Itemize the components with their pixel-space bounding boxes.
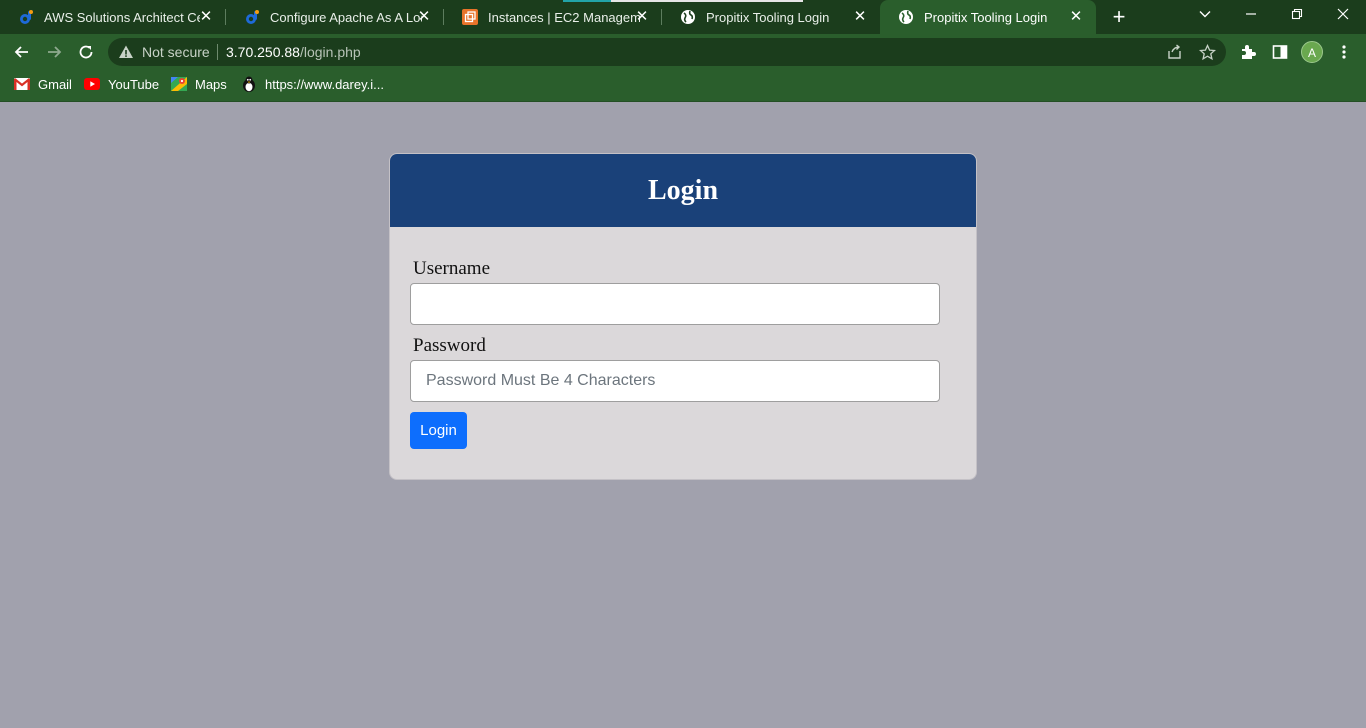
tab-strip: AWS Solutions Architect Certi ✕ Configur…: [0, 0, 1366, 34]
aws-ec2-icon: [462, 9, 478, 25]
forward-button[interactable]: [42, 40, 66, 64]
close-icon[interactable]: ✕: [416, 9, 432, 25]
tab-title: Propitix Tooling Login: [924, 9, 1048, 25]
minimize-icon: [1246, 13, 1256, 15]
tab-title: Configure Apache As A Load: [270, 9, 422, 25]
extensions-icon[interactable]: [1238, 42, 1258, 62]
darey-logo-icon: [18, 9, 34, 25]
globe-icon: [898, 9, 914, 25]
menu-kebab-icon[interactable]: [1334, 42, 1354, 62]
bookmark-maps[interactable]: Maps: [171, 70, 227, 98]
tab-configure-apache[interactable]: Configure Apache As A Load ✕: [226, 0, 444, 34]
gmail-icon: [14, 76, 30, 92]
username-label: Username: [413, 258, 491, 279]
share-icon[interactable]: [1166, 43, 1184, 61]
close-icon[interactable]: ✕: [198, 9, 214, 25]
new-tab-button[interactable]: +: [1108, 6, 1130, 28]
bookmark-label: Maps: [195, 76, 227, 92]
profile-avatar[interactable]: A: [1301, 41, 1323, 63]
penguin-icon: [241, 76, 257, 92]
close-icon[interactable]: ✕: [634, 9, 650, 25]
tab-title: Instances | EC2 Management: [488, 9, 640, 25]
tab-title: AWS Solutions Architect Certi: [44, 9, 200, 25]
bookmark-label: Gmail: [38, 76, 72, 92]
globe-icon: [680, 9, 696, 25]
close-icon: [1337, 8, 1349, 20]
username-input[interactable]: [410, 283, 940, 325]
password-input[interactable]: [410, 360, 940, 402]
reload-icon: [79, 45, 93, 59]
bookmark-darey[interactable]: https://www.darey.i...: [241, 70, 384, 98]
bookmark-gmail[interactable]: Gmail: [14, 70, 72, 98]
url-host: 3.70.250.88: [226, 44, 300, 60]
bookmark-label: YouTube: [108, 76, 160, 92]
arrow-left-icon: [14, 46, 28, 58]
tab-propitix-login[interactable]: Propitix Tooling Login ✕: [662, 0, 880, 34]
maps-icon: [171, 76, 187, 92]
bookmarks-bar: Gmail YouTube Maps https://www.darey.i..…: [0, 70, 1366, 102]
restore-icon: [1291, 8, 1303, 20]
restore-button[interactable]: [1282, 4, 1312, 26]
url-path: /login.php: [299, 44, 361, 60]
close-icon[interactable]: ✕: [852, 9, 868, 25]
bookmark-star-icon[interactable]: [1198, 43, 1216, 61]
tab-aws-solutions-architect[interactable]: AWS Solutions Architect Certi ✕: [0, 0, 226, 34]
url-text[interactable]: 3.70.250.88/login.php: [226, 38, 361, 66]
tab-search-button[interactable]: [1190, 4, 1220, 26]
address-bar[interactable]: Not secure 3.70.250.88/login.php: [108, 38, 1226, 66]
close-icon[interactable]: ✕: [1068, 9, 1084, 25]
back-button[interactable]: [10, 40, 34, 64]
divider: [217, 44, 218, 60]
login-button[interactable]: Login: [410, 412, 467, 449]
security-status[interactable]: Not secure: [142, 38, 210, 66]
page-title: Login: [647, 175, 719, 206]
minimize-button[interactable]: [1236, 4, 1266, 26]
warning-icon[interactable]: [118, 44, 134, 60]
chevron-down-icon: [1199, 11, 1211, 18]
password-label: Password: [413, 335, 486, 356]
tab-title: Propitix Tooling Login: [706, 9, 830, 25]
tab-ec2-instances[interactable]: Instances | EC2 Management ✕: [444, 0, 662, 34]
login-card: Login Username Password Login: [389, 153, 977, 480]
browser-toolbar: Not secure 3.70.250.88/login.php A: [0, 34, 1366, 70]
login-card-header: Login: [390, 154, 976, 227]
bookmark-youtube[interactable]: YouTube: [84, 70, 159, 98]
darey-logo-icon: [244, 9, 260, 25]
arrow-right-icon: [48, 46, 62, 58]
youtube-icon: [84, 76, 100, 92]
bookmark-label: https://www.darey.i...: [265, 76, 384, 92]
reload-button[interactable]: [74, 40, 98, 64]
side-panel-icon[interactable]: [1270, 42, 1290, 62]
tab-propitix-login-active[interactable]: Propitix Tooling Login ✕: [880, 0, 1096, 34]
close-window-button[interactable]: [1328, 4, 1358, 26]
